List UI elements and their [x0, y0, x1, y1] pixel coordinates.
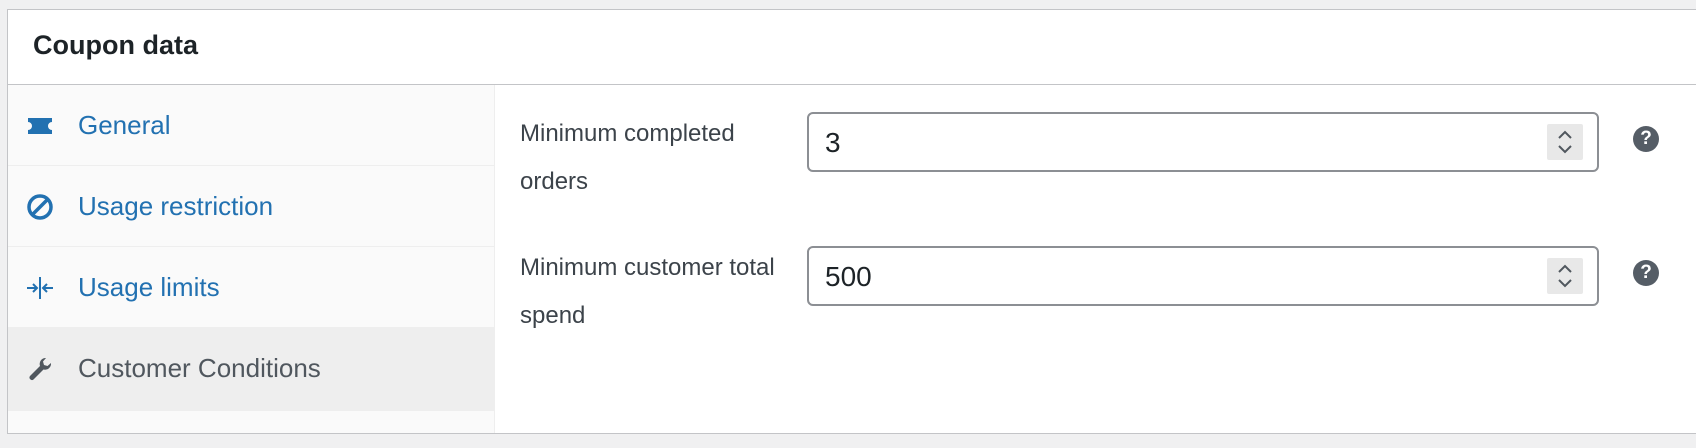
customer-conditions-panel: Minimum completed orders 3 ? Minimum cus…	[495, 85, 1696, 433]
number-spinner[interactable]	[1547, 124, 1583, 160]
tab-label-customer-conditions: Customer Conditions	[78, 353, 321, 383]
input-value: 500	[825, 261, 872, 292]
tab-label-general: General	[78, 110, 171, 140]
panel-header: Coupon data	[8, 10, 1696, 85]
coupon-data-panel: Coupon data General Usage restriction Us…	[7, 9, 1696, 434]
panel-title: Coupon data	[33, 30, 198, 60]
tab-general[interactable]: General	[8, 85, 494, 166]
prohibited-icon	[26, 193, 54, 221]
ticket-icon	[26, 112, 54, 140]
limits-icon	[26, 274, 54, 302]
label-line: Minimum completed	[520, 120, 735, 147]
tab-usage-restriction[interactable]: Usage restriction	[8, 166, 494, 247]
coupon-tabs: General Usage restriction Usage limits C…	[8, 85, 495, 433]
spinner-arrows-icon	[1558, 130, 1572, 154]
number-spinner[interactable]	[1547, 258, 1583, 294]
tab-label-usage-limits: Usage limits	[78, 272, 220, 302]
minimum-customer-total-spend-input[interactable]: 500	[807, 246, 1599, 306]
label-line: orders	[520, 168, 589, 195]
label-line: spend	[520, 302, 586, 329]
tab-customer-conditions[interactable]: Customer Conditions	[8, 328, 494, 411]
wrench-icon	[26, 355, 54, 383]
spinner-arrows-icon	[1558, 264, 1572, 288]
help-icon[interactable]: ?	[1633, 126, 1659, 152]
minimum-completed-orders-label: Minimum completed orders	[520, 110, 800, 206]
minimum-completed-orders-input[interactable]: 3	[807, 112, 1599, 172]
label-line: Minimum customer total	[520, 254, 775, 281]
help-icon[interactable]: ?	[1633, 260, 1659, 286]
minimum-customer-total-spend-label: Minimum customer total spend	[520, 244, 800, 340]
tab-label-usage-restriction: Usage restriction	[78, 191, 274, 221]
tab-usage-limits[interactable]: Usage limits	[8, 247, 494, 328]
input-value: 3	[825, 127, 841, 158]
